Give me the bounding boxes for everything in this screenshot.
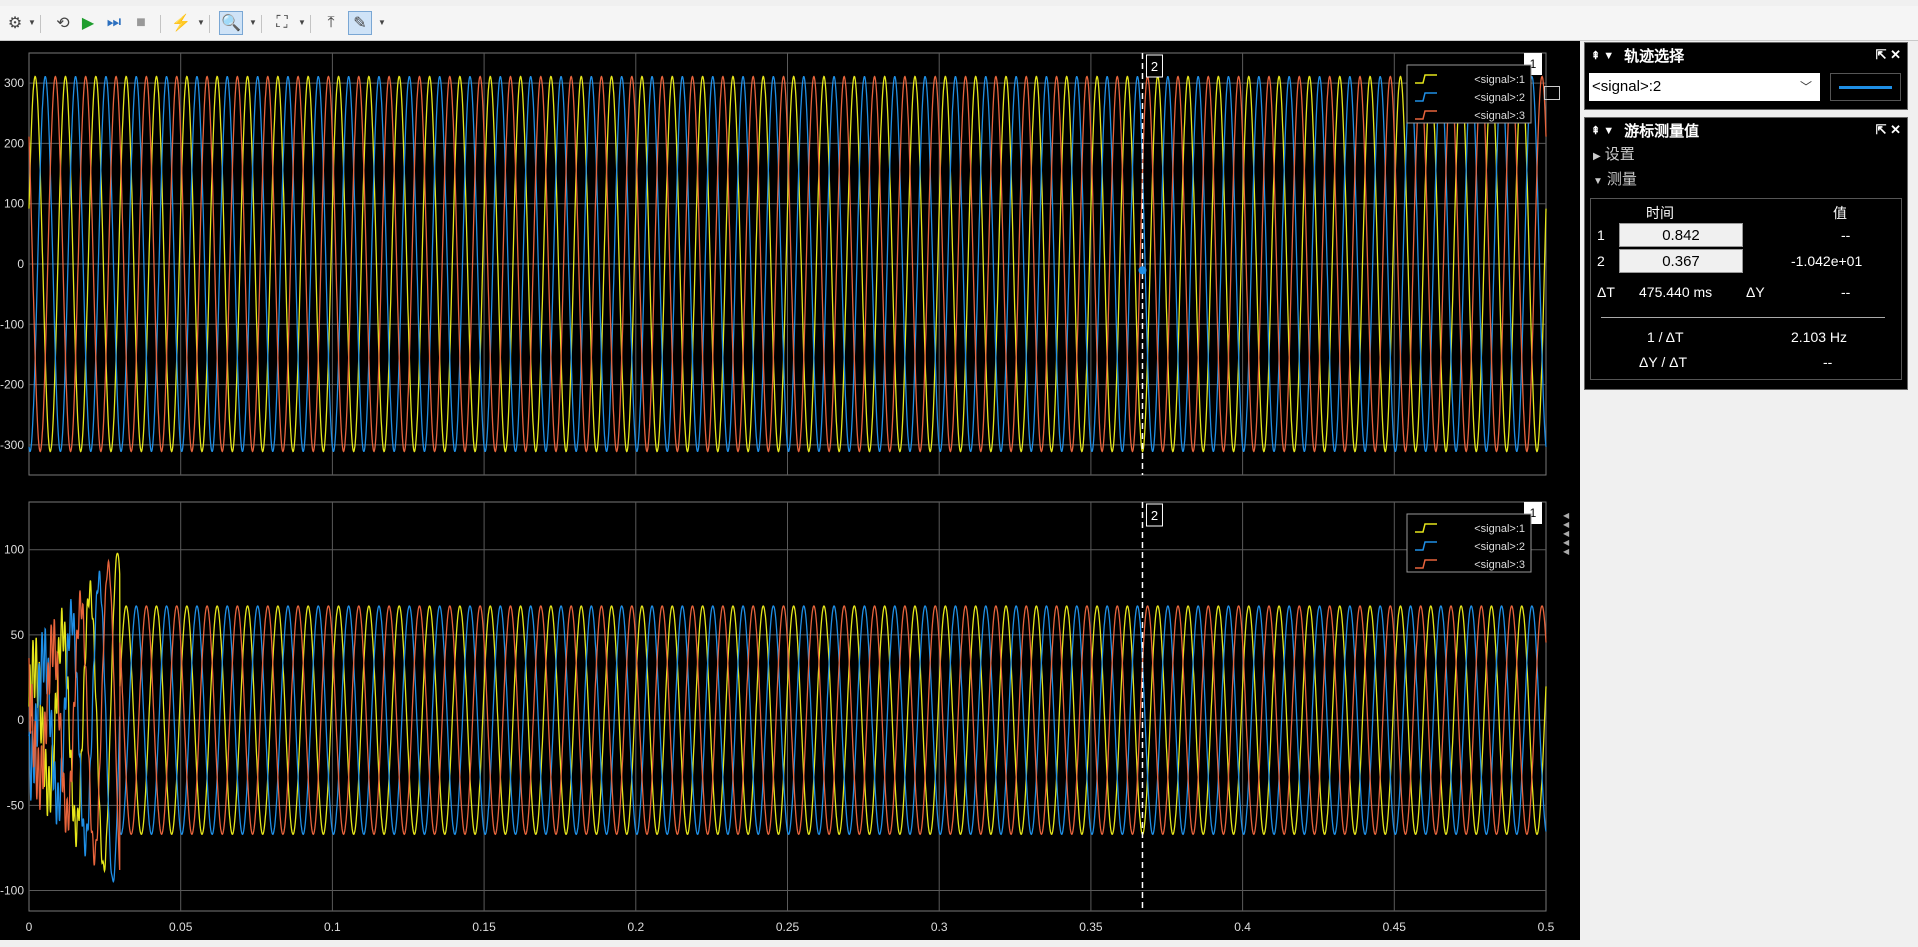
x-tick-label: 0.45 [1383, 920, 1407, 934]
x-tick-label: 0.2 [627, 920, 644, 934]
y-tick-label: -100 [0, 317, 24, 331]
cursor2-value: -1.042e+01 [1791, 253, 1863, 269]
cursor1-label: 1 [1597, 227, 1605, 243]
y-tick-label: -50 [7, 798, 25, 812]
panel-controls[interactable]: ⇱ ✕ [1876, 47, 1901, 63]
chevron-down-icon[interactable]: ▼ [298, 18, 306, 27]
x-tick-label: 0.25 [776, 920, 800, 934]
measurements-section[interactable]: ▼ 测量 [1585, 167, 1907, 192]
y-tick-label: -200 [0, 378, 24, 392]
x-tick-label: 0.5 [1538, 920, 1555, 934]
panel-title: 轨迹选择 [1624, 47, 1685, 65]
x-tick-label: 0.3 [931, 920, 948, 934]
run-icon[interactable]: ▶ [77, 11, 99, 35]
step-forward-icon[interactable]: ⏭ [103, 11, 125, 35]
x-tick-label: 0.4 [1234, 920, 1251, 934]
panel-header: ⇞ ▼ 轨迹选择 ⇱ ✕ [1585, 43, 1907, 67]
toolbar-separator [310, 15, 311, 33]
chevron-down-icon[interactable]: ﹀ [1800, 73, 1812, 101]
x-tick-label: 0 [26, 920, 33, 934]
y-tick-label: 100 [4, 543, 24, 557]
cursor-measurements-panel: ⇞ ▼ 游标测量值 ⇱ ✕ ▶ 设置 ▼ 测量 时间 值 1 0.842 -- 2 … [1584, 117, 1908, 390]
settings-section[interactable]: ▶ 设置 [1585, 142, 1907, 167]
y-tick-label: 200 [4, 136, 24, 150]
zoom-in-icon[interactable]: 🔍 [219, 11, 243, 35]
measurements-table: 时间 值 1 0.842 -- 2 0.367 -1.042e+01 ΔT 47… [1590, 198, 1902, 380]
dy-dt-label: ΔY / ΔT [1639, 354, 1688, 370]
y-tick-label: 300 [4, 76, 24, 90]
dy-dt-value: -- [1823, 354, 1833, 370]
panel-header: ⇞ ▼ 游标测量值 ⇱ ✕ [1585, 118, 1907, 142]
delta-y-label: ΔY [1746, 284, 1765, 300]
delta-t-label: ΔT [1597, 284, 1615, 300]
inv-delta-t-value: 2.103 Hz [1791, 329, 1848, 345]
panel-title: 游标测量值 [1624, 122, 1700, 140]
panel-controls[interactable]: ⇱ ✕ [1876, 122, 1901, 138]
measure-label: 测量 [1606, 171, 1637, 188]
fit-to-view-icon[interactable]: ⛶ [271, 11, 293, 35]
caret-right-icon: ▶ [1593, 151, 1601, 162]
delta-y-value: -- [1841, 284, 1851, 300]
collapse-arrows-icon[interactable]: ◀ ◀ ◀ ◀ ◀ [1563, 511, 1569, 556]
cursor-2-label: 2 [1151, 508, 1158, 523]
chevron-down-icon[interactable]: ▼ [28, 18, 36, 27]
signal-select[interactable]: <signal>:2 ﹀ [1589, 73, 1820, 101]
inv-delta-t-label: 1 / ΔT [1647, 329, 1684, 345]
triggers-icon[interactable]: ⤒ [320, 11, 342, 35]
toolbar-separator [160, 15, 161, 33]
y-tick-label: -100 [0, 884, 24, 898]
x-tick-label: 0.35 [1079, 920, 1103, 934]
legend-entry[interactable]: <signal>:1 [1474, 523, 1525, 535]
x-tick-label: 0.05 [169, 920, 193, 934]
cursor-2-label: 2 [1151, 59, 1158, 74]
gear-icon[interactable]: ⚙ [4, 11, 26, 35]
x-tick-label: 0.1 [324, 920, 341, 934]
cursor1-value: -- [1841, 227, 1851, 243]
scope-display[interactable]: 300 200 100 0 -100 -200 -300 2 1 <signal>:1 <signa… [0, 41, 1580, 947]
y-tick-label: 0 [17, 713, 24, 727]
line-style-swatch[interactable] [1830, 73, 1901, 101]
legend-entry[interactable]: <signal>:1 [1474, 74, 1525, 86]
cursor-marker [1138, 266, 1147, 275]
trace-selection-panel: ⇞ ▼ 轨迹选择 ⇱ ✕ <signal>:2 ﹀ [1584, 42, 1908, 110]
undo-step-icon[interactable]: ⟲ [52, 11, 74, 35]
cursor2-label: 2 [1597, 253, 1605, 269]
divider [1601, 317, 1885, 318]
caret-down-icon: ▼ [1593, 176, 1603, 187]
y-tick-label: -300 [0, 438, 24, 452]
cursor1-time-field[interactable]: 0.842 [1619, 223, 1743, 247]
toolbar-separator [261, 15, 262, 33]
legend-entry[interactable]: <signal>:3 [1474, 110, 1525, 122]
cursor-measurements-icon[interactable]: ✎ [348, 11, 372, 35]
toolbar: ⚙ ▼ ⟲ ▶ ⏭ ■ ⚡ ▼ 🔍 ▼ ⛶ ▼ ⤒ ✎ ▼ [0, 6, 1918, 41]
pin-icon[interactable]: ⇞ ▼ [1591, 124, 1614, 137]
chevron-down-icon[interactable]: ▼ [378, 18, 386, 27]
legend-entry[interactable]: <signal>:3 [1474, 559, 1525, 571]
y-tick-label: 0 [17, 257, 24, 271]
signal-select-value: <signal>:2 [1592, 78, 1662, 95]
y-tick-label: 50 [11, 628, 25, 642]
pin-icon[interactable]: ⇞ ▼ [1591, 49, 1614, 62]
stop-icon[interactable]: ■ [130, 11, 152, 35]
delta-t-value: 475.440 ms [1639, 284, 1713, 300]
chevron-down-icon[interactable]: ▼ [197, 18, 205, 27]
x-tick-label: 0.15 [472, 920, 496, 934]
scope-plots[interactable]: 3002001000-100-200-3002 1<signal>:1<signa… [0, 41, 1580, 947]
y-tick-label: 100 [4, 197, 24, 211]
undock-icon[interactable] [1544, 86, 1560, 100]
col-value-header: 值 [1833, 205, 1847, 221]
settings-label: 设置 [1604, 146, 1635, 163]
legend-entry[interactable]: <signal>:2 [1474, 541, 1525, 553]
toolbar-separator [40, 15, 41, 33]
toolbar-separator [209, 15, 210, 33]
cursor2-time-field[interactable]: 0.367 [1619, 249, 1743, 273]
highlight-icon[interactable]: ⚡ [170, 11, 192, 35]
status-bar [0, 940, 1918, 947]
col-time-header: 时间 [1646, 205, 1674, 221]
legend-entry[interactable]: <signal>:2 [1474, 92, 1525, 104]
chevron-down-icon[interactable]: ▼ [249, 18, 257, 27]
